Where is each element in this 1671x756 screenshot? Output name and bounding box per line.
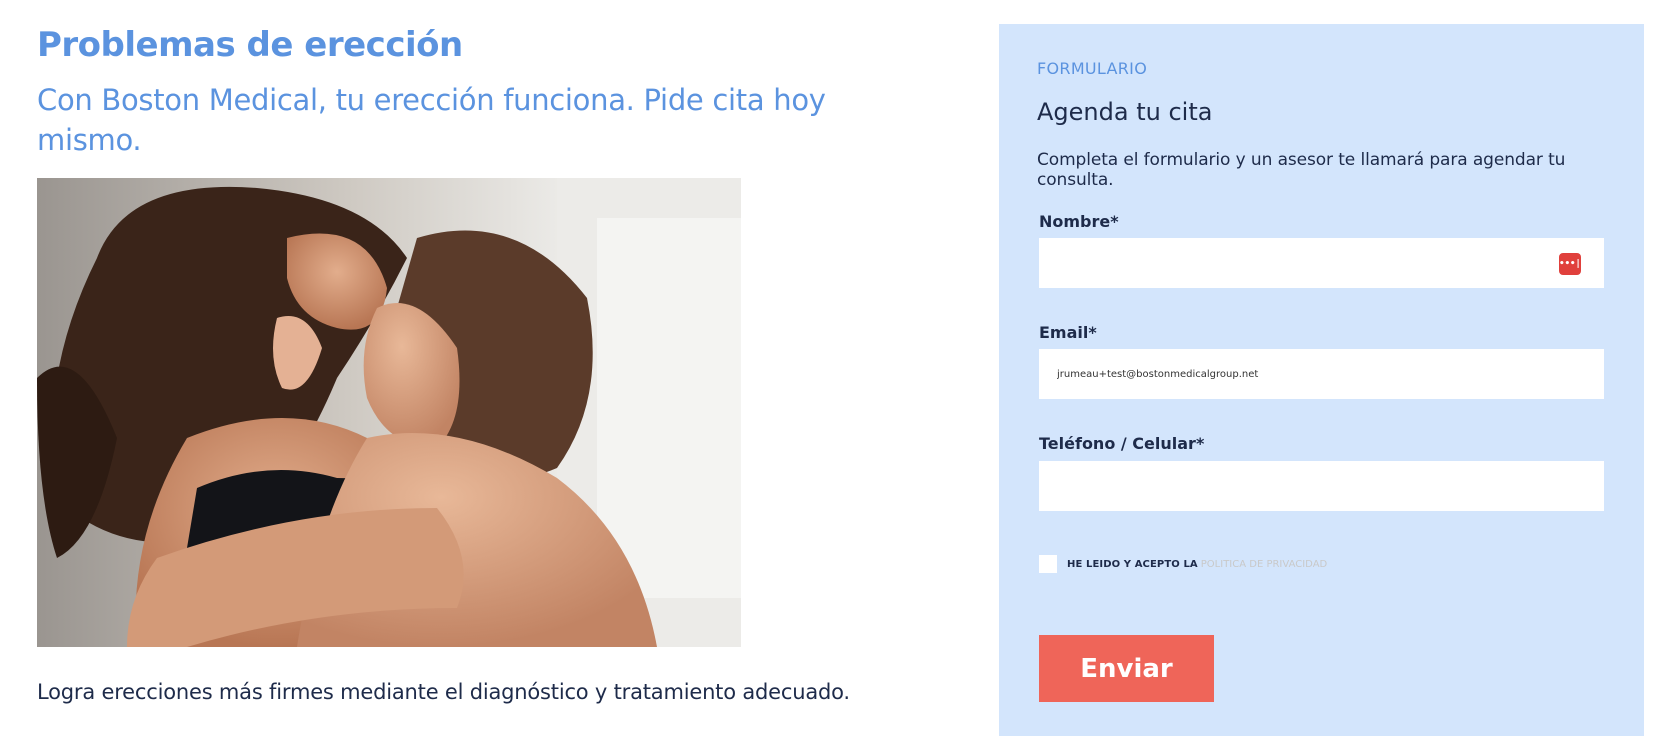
form-title: Agenda tu cita bbox=[1037, 98, 1213, 126]
email-input[interactable] bbox=[1039, 349, 1604, 399]
form-description: Completa el formulario y un asesor te ll… bbox=[1037, 150, 1566, 190]
email-label: Email* bbox=[1039, 323, 1097, 342]
consent-text: HE LEIDO Y ACEPTO LA bbox=[1067, 558, 1198, 570]
phone-label: Teléfono / Celular* bbox=[1039, 434, 1205, 453]
name-input[interactable] bbox=[1039, 238, 1604, 288]
page-title: Problemas de erección bbox=[37, 25, 463, 65]
privacy-checkbox[interactable] bbox=[1039, 555, 1057, 573]
phone-input[interactable] bbox=[1039, 461, 1604, 511]
form-eyebrow: FORMULARIO bbox=[1037, 59, 1148, 78]
submit-button[interactable]: Enviar bbox=[1039, 635, 1214, 702]
name-label: Nombre* bbox=[1039, 212, 1119, 231]
page-subtitle: Con Boston Medical, tu erección funciona… bbox=[37, 83, 826, 157]
intro-section: Problemas de erección Con Boston Medical… bbox=[37, 22, 937, 160]
hero-image bbox=[37, 178, 741, 647]
appointment-form: FORMULARIO Agenda tu cita Completa el fo… bbox=[999, 24, 1644, 736]
password-manager-icon[interactable]: •••| bbox=[1559, 253, 1581, 275]
privacy-policy-link[interactable]: POLITICA DE PRIVACIDAD bbox=[1201, 559, 1327, 570]
page-description: Logra erecciones más firmes mediante el … bbox=[37, 680, 850, 704]
privacy-consent: HE LEIDO Y ACEPTO LA POLITICA DE PRIVACI… bbox=[1039, 555, 1327, 573]
